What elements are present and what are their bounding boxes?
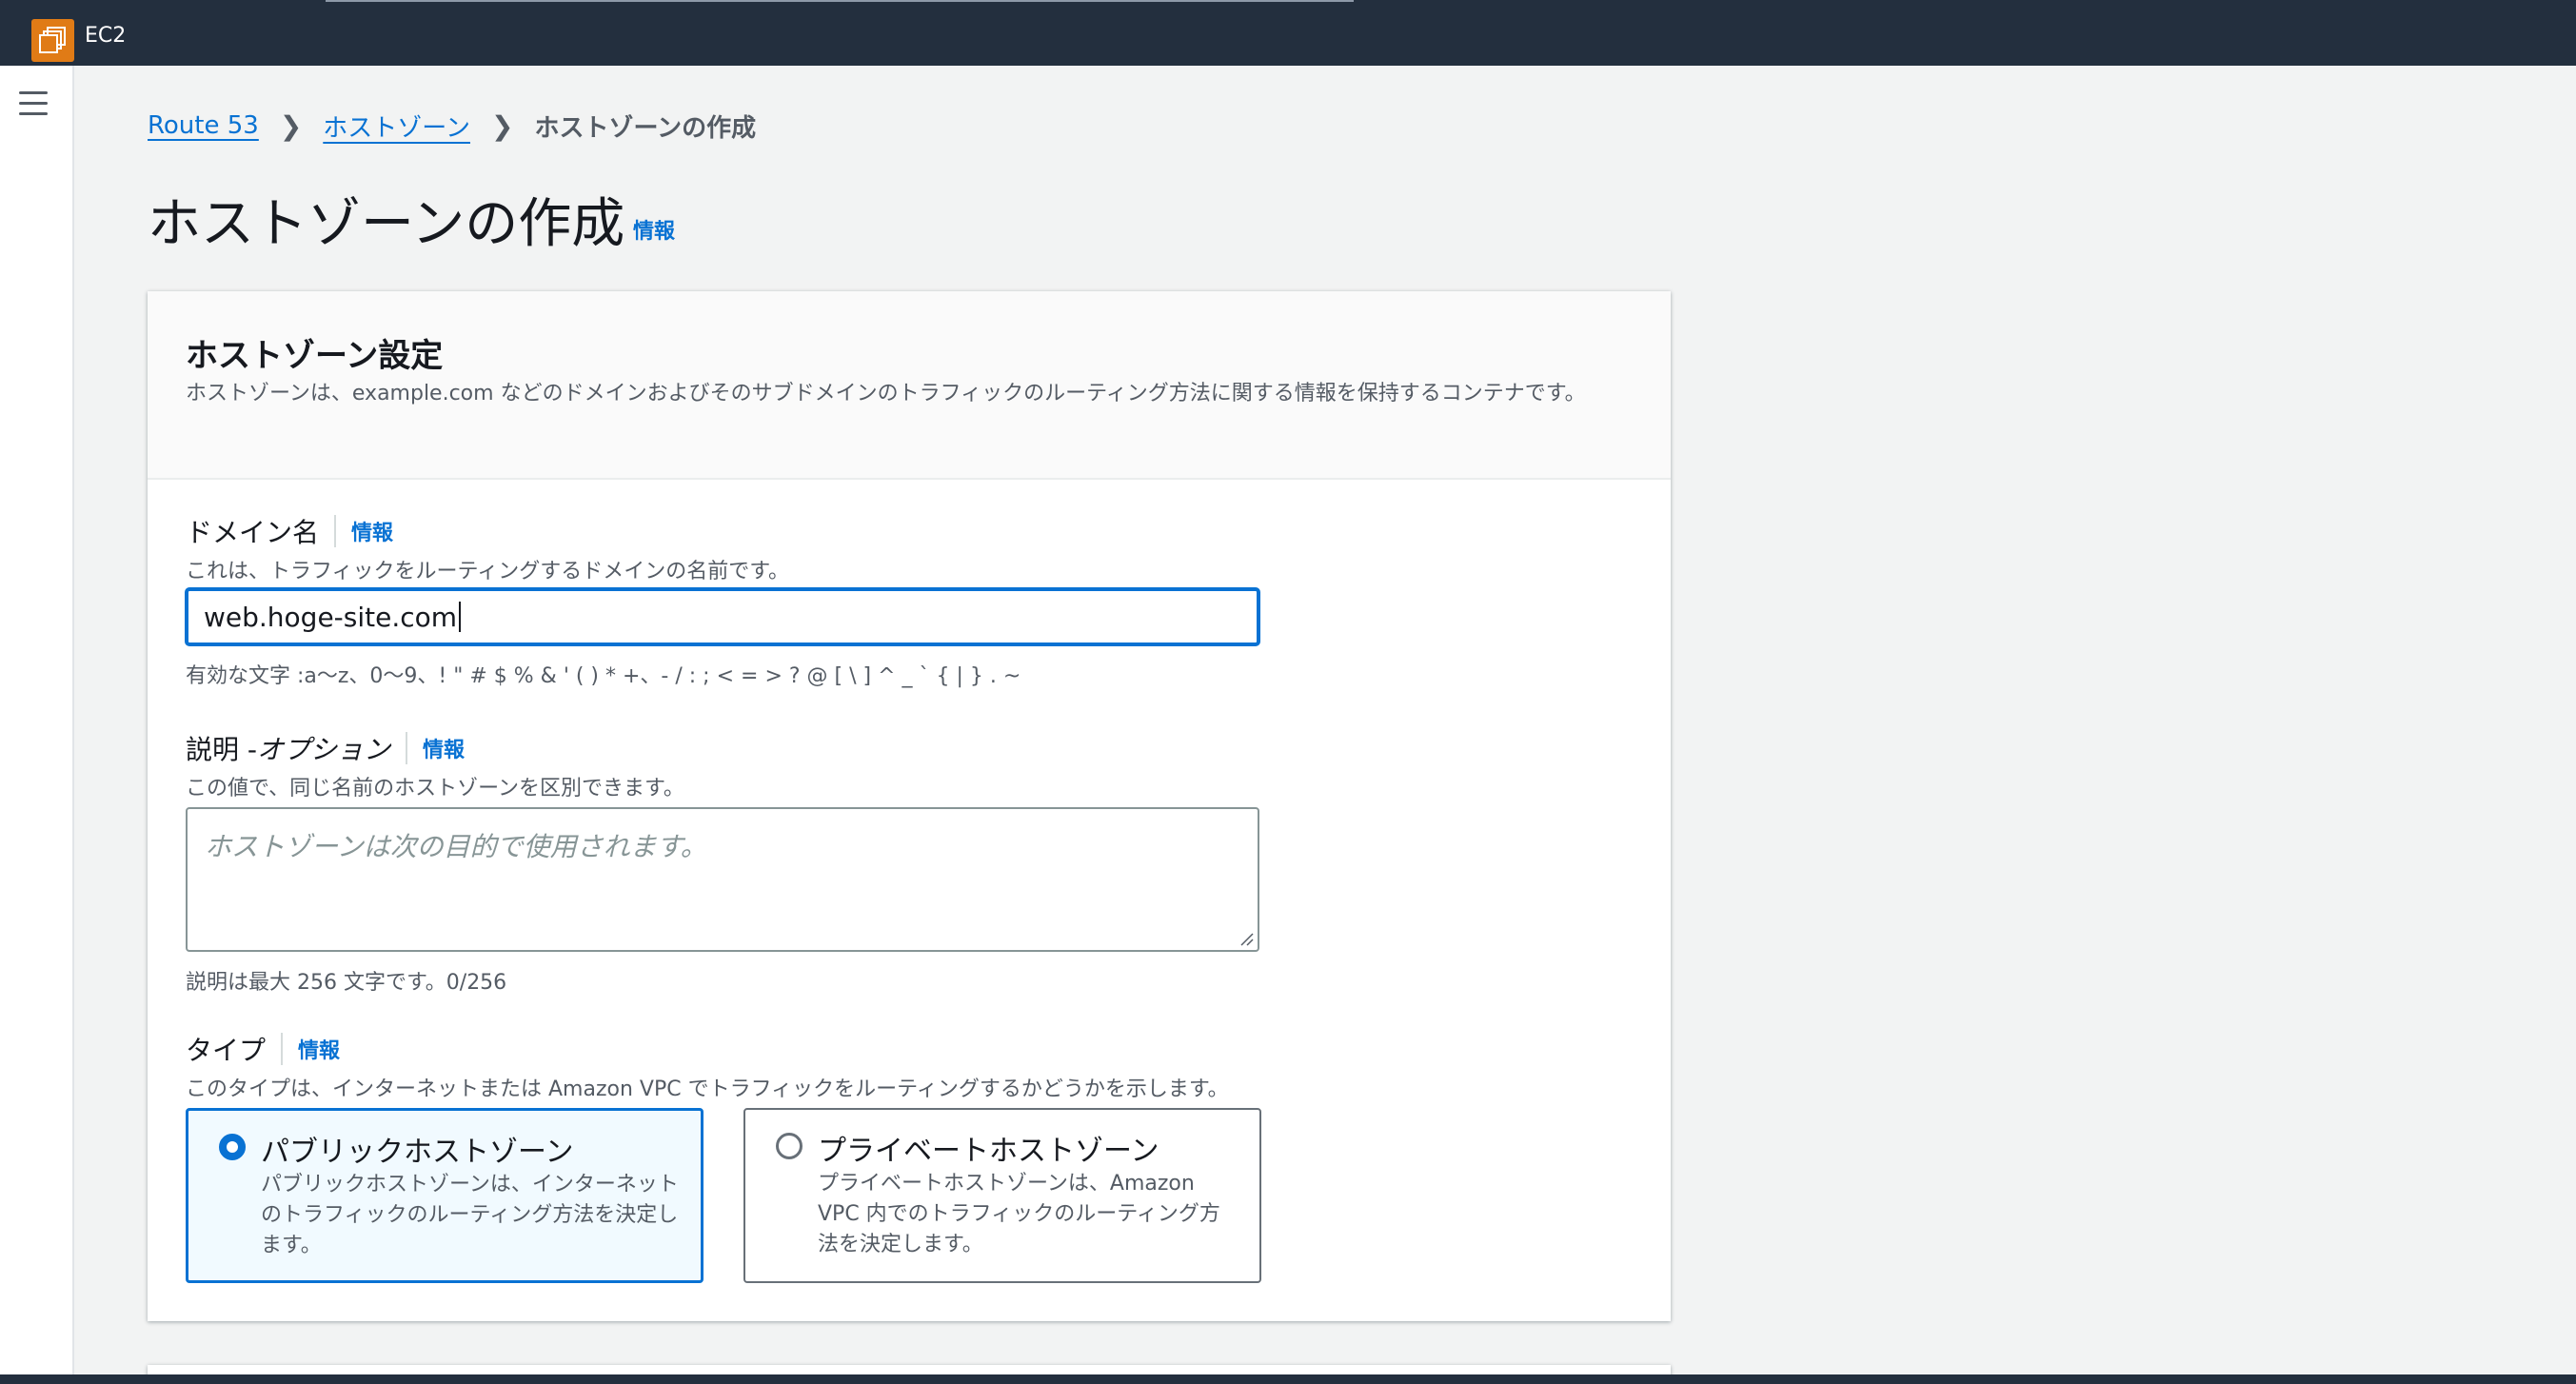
text-caret [459, 602, 462, 632]
search-bar[interactable] [326, 0, 1354, 2]
domain-name-constraint: 有効な文字 :a〜z、0〜9、! " # $ % & ' ( ) * +、- /… [186, 664, 1021, 688]
domain-name-hint: これは、トラフィックをルーティングするドメインの名前です。 [186, 560, 790, 583]
radio-unselected-icon[interactable] [776, 1133, 803, 1159]
card-title: ホストゾーン設定 [186, 337, 444, 375]
private-hosted-zone-description: プライベートホストゾーンは、Amazon VPC 内でのトラフィックのルーティン… [818, 1172, 1220, 1256]
description-label-optional: オプション [257, 734, 391, 765]
type-info-link[interactable]: 情報 [298, 1034, 340, 1064]
domain-name-value: web.hoge-site.com [204, 601, 458, 633]
type-hint: このタイプは、インターネットまたは Amazon VPC でトラフィックをルーテ… [186, 1078, 1229, 1101]
type-label: タイプ [186, 1035, 267, 1066]
domain-name-label: ドメイン名 [186, 517, 320, 548]
type-label-row: タイプ 情報 [186, 1030, 340, 1068]
divider [281, 1033, 284, 1065]
resize-handle-icon[interactable] [1238, 931, 1254, 946]
public-hosted-zone-option[interactable]: パブリックホストゾーン パブリックホストゾーンは、インターネットのトラフィックの… [186, 1108, 703, 1283]
chevron-right-icon: ❯ [491, 109, 514, 142]
private-hosted-zone-title: プライベートホストゾーン [818, 1135, 1159, 1168]
card-header: ホストゾーン設定 ホストゾーンは、example.com などのドメインおよびそ… [148, 291, 1671, 480]
chevron-right-icon: ❯ [279, 109, 303, 142]
description-counter: 説明は最大 256 文字です。0/256 [186, 971, 507, 995]
description-hint: この値で、同じ名前のホストゾーンを区別できます。 [186, 777, 684, 801]
service-name[interactable]: EC2 [85, 24, 126, 48]
divider [406, 732, 408, 764]
description-placeholder: ホストゾーンは次の目的で使用されます。 [205, 831, 707, 862]
divider [334, 515, 337, 547]
public-hosted-zone-title: パブリックホストゾーン [261, 1136, 574, 1169]
top-navigation: EC2 [0, 0, 2576, 66]
domain-name-input[interactable]: web.hoge-site.com [186, 588, 1259, 645]
side-navigation [0, 66, 74, 1374]
domain-name-label-row: ドメイン名 情報 [186, 512, 393, 550]
breadcrumb: Route 53 ❯ ホストゾーン ❯ ホストゾーンの作成 [148, 107, 756, 145]
radio-selected-icon[interactable] [219, 1134, 246, 1160]
breadcrumb-current: ホストゾーンの作成 [534, 113, 757, 143]
public-hosted-zone-description: パブリックホストゾーンは、インターネットのトラフィックのルーティング方法を決定し… [261, 1173, 679, 1257]
description-label-row: 説明 - オプション 情報 [186, 729, 465, 767]
hamburger-menu-icon[interactable] [19, 91, 48, 116]
description-info-link[interactable]: 情報 [423, 733, 465, 763]
page-info-link[interactable]: 情報 [633, 214, 675, 245]
private-hosted-zone-option[interactable]: プライベートホストゾーン プライベートホストゾーンは、Amazon VPC 内で… [743, 1108, 1261, 1283]
card-description: ホストゾーンは、example.com などのドメインおよびそのサブドメインのト… [186, 382, 1586, 405]
breadcrumb-hosted-zones-link[interactable]: ホストゾーン [323, 109, 470, 144]
breadcrumb-route53-link[interactable]: Route 53 [148, 111, 259, 140]
description-textarea[interactable]: ホストゾーンは次の目的で使用されます。 [186, 807, 1259, 952]
bottom-bar [0, 1374, 2576, 1384]
ec2-service-icon[interactable] [31, 19, 74, 62]
domain-info-link[interactable]: 情報 [351, 516, 393, 546]
description-label: 説明 - [186, 734, 258, 765]
page-title: ホストゾーンの作成 [148, 193, 625, 255]
hosted-zone-settings-card: ホストゾーン設定 ホストゾーンは、example.com などのドメインおよびそ… [148, 291, 1671, 1321]
